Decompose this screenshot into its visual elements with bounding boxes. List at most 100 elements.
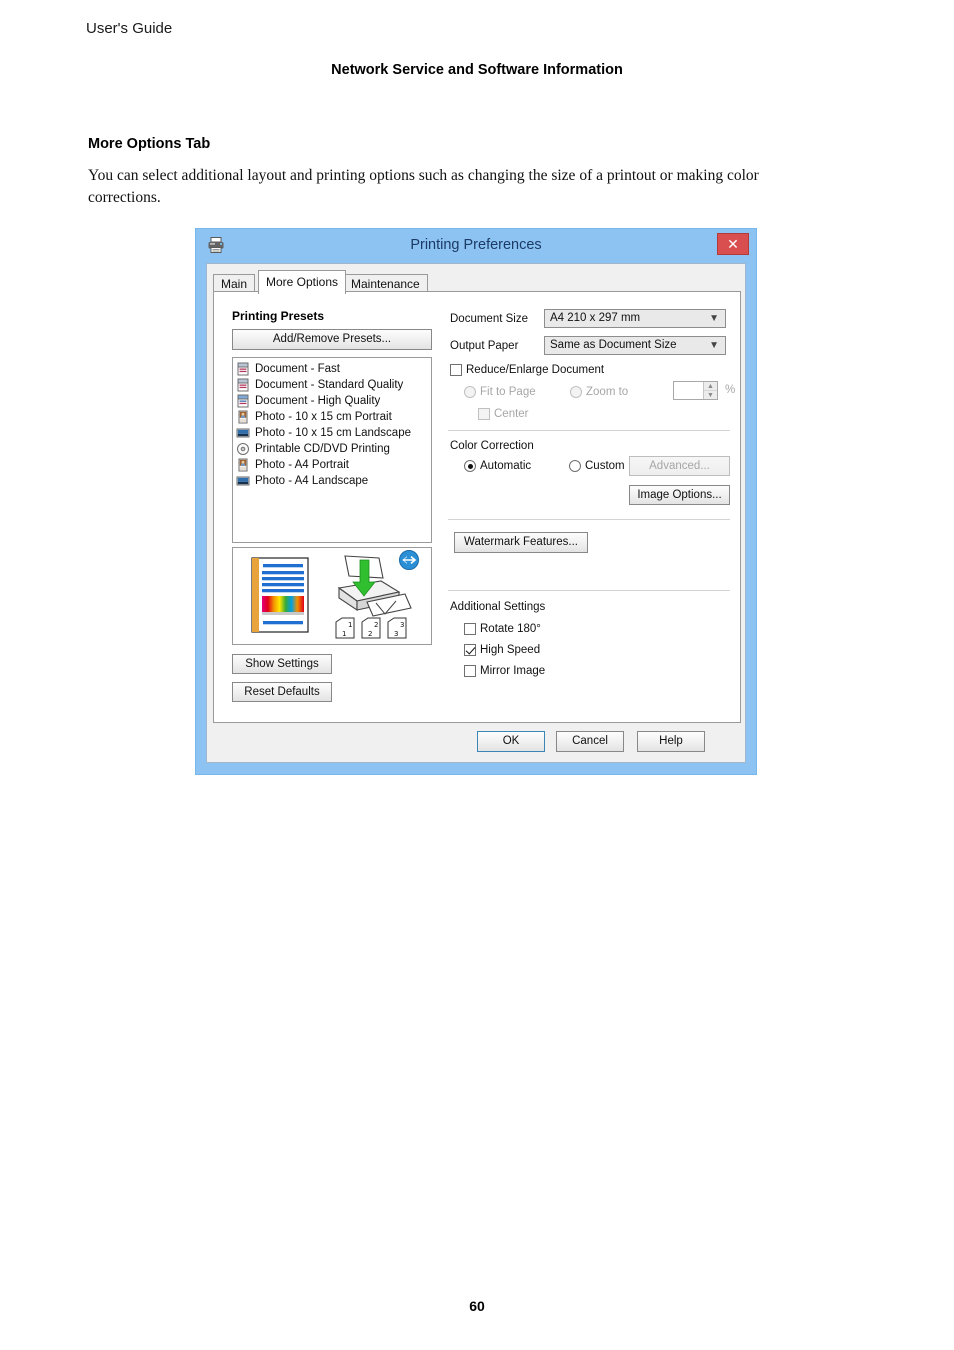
document-size-select[interactable]: A4 210 x 297 mm ▼ xyxy=(544,309,726,328)
high-speed-checkbox[interactable]: High Speed xyxy=(464,644,540,656)
divider xyxy=(448,430,730,431)
document-preset-icon xyxy=(236,362,250,376)
page-section-title: Network Service and Software Information xyxy=(331,62,623,78)
close-icon[interactable]: ✕ xyxy=(717,233,749,255)
tab-more-options[interactable]: More Options xyxy=(258,270,347,294)
fit-to-page-radio[interactable]: Fit to Page xyxy=(464,386,536,398)
list-item[interactable]: Photo - A4 Landscape xyxy=(233,473,431,489)
divider xyxy=(448,590,730,591)
chevron-down-icon: ▼ xyxy=(709,313,719,324)
output-paper-label: Output Paper xyxy=(450,340,519,352)
list-item-label: Photo - A4 Landscape xyxy=(255,475,369,487)
color-automatic-radio[interactable]: Automatic xyxy=(464,460,531,472)
divider xyxy=(448,519,730,520)
additional-settings-label: Additional Settings xyxy=(450,601,546,613)
photo-portrait-icon xyxy=(236,410,250,424)
photo-landscape-icon xyxy=(236,426,250,440)
page-header: User's Guide xyxy=(86,20,173,37)
checkbox-box xyxy=(464,644,476,656)
svg-text:3: 3 xyxy=(400,621,404,629)
document-size-label: Document Size xyxy=(450,313,528,325)
list-item-label: Photo - 10 x 15 cm Portrait xyxy=(255,411,392,423)
radio-circle xyxy=(464,386,476,398)
color-correction-label: Color Correction xyxy=(450,440,534,452)
reduce-enlarge-checkbox[interactable]: Reduce/Enlarge Document xyxy=(450,364,604,376)
center-label: Center xyxy=(494,408,529,420)
advanced-button[interactable]: Advanced... xyxy=(629,456,730,476)
checkbox-box xyxy=(464,665,476,677)
zoom-to-label: Zoom to xyxy=(586,386,629,398)
fit-to-page-label: Fit to Page xyxy=(480,386,536,398)
document-size-value: A4 210 x 297 mm xyxy=(550,312,641,324)
high-speed-label: High Speed xyxy=(480,644,541,656)
rotate-label: Rotate 180° xyxy=(480,623,541,635)
percent-label: % xyxy=(725,384,736,396)
chevron-down-icon: ▼ xyxy=(709,340,719,351)
svg-text:1: 1 xyxy=(342,630,346,638)
svg-text:2: 2 xyxy=(374,621,378,629)
checkbox-box xyxy=(464,623,476,635)
reduce-enlarge-label: Reduce/Enlarge Document xyxy=(466,364,605,376)
list-item-label: Photo - 10 x 15 cm Landscape xyxy=(255,427,411,439)
print-preview-illustration: 1 1 2 2 3 3 xyxy=(232,547,432,645)
add-remove-presets-button[interactable]: Add/Remove Presets... xyxy=(232,329,432,350)
custom-label: Custom xyxy=(585,460,625,472)
svg-text:2: 2 xyxy=(368,630,372,638)
list-item-label: Photo - A4 Portrait xyxy=(255,459,349,471)
zoom-percent-stepper[interactable]: ▲ ▼ xyxy=(673,381,718,400)
radio-circle xyxy=(570,386,582,398)
cd-disc-icon xyxy=(236,442,250,456)
tab-content-more-options: Printing Presets Add/Remove Presets... D… xyxy=(213,291,741,723)
list-item[interactable]: Document - High Quality xyxy=(233,393,431,409)
printing-preferences-dialog: Printing Preferences ✕ Main More Options… xyxy=(195,228,757,775)
mirror-label: Mirror Image xyxy=(480,665,546,677)
dialog-body: Main More Options Maintenance Printing P… xyxy=(206,263,746,763)
preview-graphic: 1 1 2 2 3 3 xyxy=(251,550,419,639)
cancel-button[interactable]: Cancel xyxy=(556,731,624,752)
checkbox-box xyxy=(478,408,490,420)
list-item[interactable]: Printable CD/DVD Printing xyxy=(233,441,431,457)
page-heading: More Options Tab xyxy=(88,136,211,152)
photo-landscape-icon xyxy=(236,474,250,488)
center-checkbox[interactable]: Center xyxy=(478,408,529,420)
watermark-features-button[interactable]: Watermark Features... xyxy=(454,532,588,553)
spinner-up-icon[interactable]: ▲ xyxy=(704,382,717,391)
list-item-label: Document - Standard Quality xyxy=(255,379,404,391)
page-number: 60 xyxy=(469,1298,485,1314)
document-preset-icon xyxy=(236,378,250,392)
list-item[interactable]: Document - Standard Quality xyxy=(233,377,431,393)
mirror-image-checkbox[interactable]: Mirror Image xyxy=(464,665,545,677)
ok-button[interactable]: OK xyxy=(477,731,545,752)
zoom-to-radio[interactable]: Zoom to xyxy=(570,386,628,398)
spinner-down-icon[interactable]: ▼ xyxy=(704,391,717,399)
presets-list[interactable]: Document - Fast Document - Standard Qual… xyxy=(232,357,432,543)
help-button[interactable]: Help xyxy=(637,731,705,752)
rotate-180-checkbox[interactable]: Rotate 180° xyxy=(464,623,541,635)
dialog-titlebar: Printing Preferences ✕ xyxy=(196,229,756,263)
list-item[interactable]: Photo - 10 x 15 cm Landscape xyxy=(233,425,431,441)
automatic-label: Automatic xyxy=(480,460,532,472)
list-item-label: Printable CD/DVD Printing xyxy=(255,443,390,455)
output-paper-value: Same as Document Size xyxy=(550,339,677,351)
photo-portrait-icon xyxy=(236,458,250,472)
radio-circle xyxy=(464,460,476,472)
tab-strip: Main More Options Maintenance xyxy=(213,270,741,294)
color-custom-radio[interactable]: Custom xyxy=(569,460,625,472)
reset-defaults-button[interactable]: Reset Defaults xyxy=(232,682,332,702)
printing-presets-label: Printing Presets xyxy=(232,309,325,323)
list-item[interactable]: Photo - A4 Portrait xyxy=(233,457,431,473)
list-item[interactable]: Photo - 10 x 15 cm Portrait xyxy=(233,409,431,425)
dialog-title: Printing Preferences xyxy=(410,237,542,253)
svg-text:3: 3 xyxy=(394,630,398,638)
checkbox-box xyxy=(450,364,462,376)
show-settings-button[interactable]: Show Settings xyxy=(232,654,332,674)
image-options-button[interactable]: Image Options... xyxy=(629,485,730,505)
document-hq-preset-icon xyxy=(236,394,250,408)
list-item-label: Document - High Quality xyxy=(255,395,381,407)
radio-circle xyxy=(569,460,581,472)
spinner-buttons[interactable]: ▲ ▼ xyxy=(703,382,717,399)
output-paper-select[interactable]: Same as Document Size ▼ xyxy=(544,336,726,355)
svg-text:1: 1 xyxy=(348,621,352,629)
page-body-text: You can select additional layout and pri… xyxy=(88,167,759,206)
list-item[interactable]: Document - Fast xyxy=(233,361,431,377)
